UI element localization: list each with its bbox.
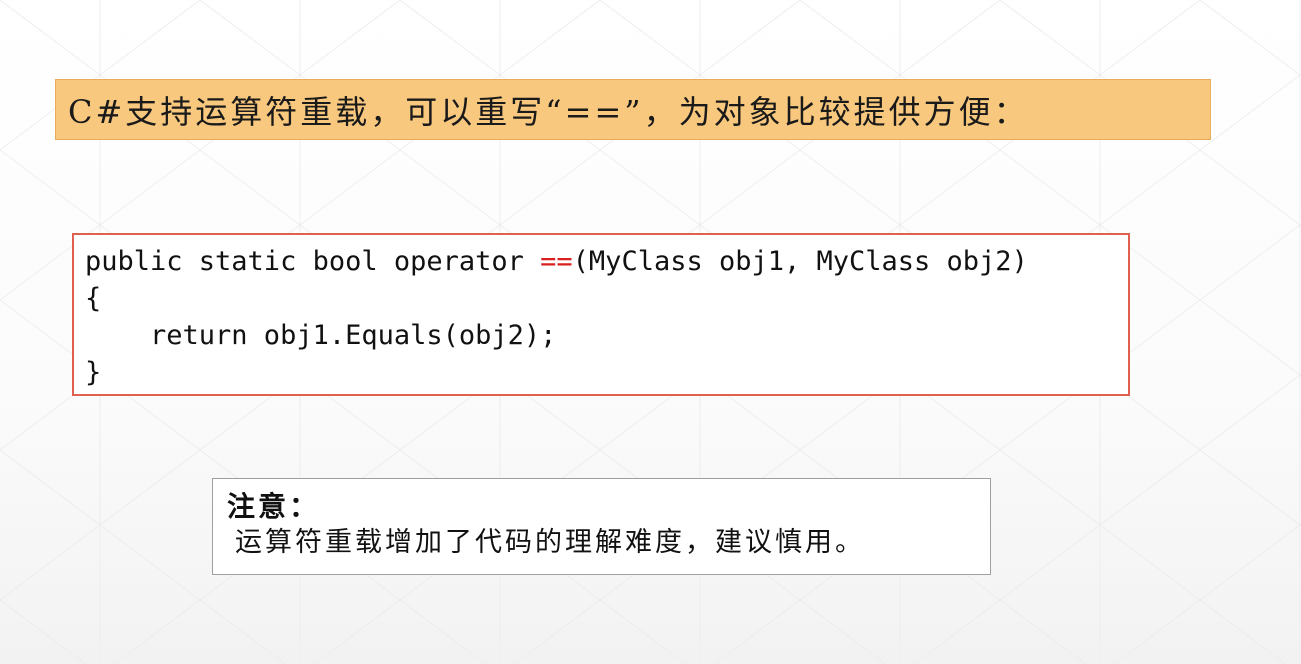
code-signature-params: (MyClass obj1, MyClass obj2) bbox=[572, 246, 1028, 277]
code-line-return: return obj1.Equals(obj2); bbox=[85, 320, 557, 351]
code-line-signature: public static bool operator ==(MyClass o… bbox=[85, 243, 1128, 280]
code-block: public static bool operator ==(MyClass o… bbox=[72, 233, 1130, 396]
code-line-open-brace: { bbox=[85, 283, 102, 314]
note-title: 注意： bbox=[227, 490, 321, 523]
slide-title: C#支持运算符重载，可以重写“==”，为对象比较提供方便： bbox=[68, 92, 1029, 131]
code-line-close-brace: } bbox=[85, 357, 102, 388]
code-operator-highlight: == bbox=[540, 246, 573, 277]
slide-title-bar: C#支持运算符重载，可以重写“==”，为对象比较提供方便： bbox=[55, 79, 1211, 140]
code-signature-prefix: public static bool operator bbox=[85, 246, 541, 277]
note-box: 注意： 运算符重载增加了代码的理解难度，建议慎用。 bbox=[212, 478, 991, 575]
note-body: 运算符重载增加了代码的理解难度，建议慎用。 bbox=[235, 527, 865, 558]
